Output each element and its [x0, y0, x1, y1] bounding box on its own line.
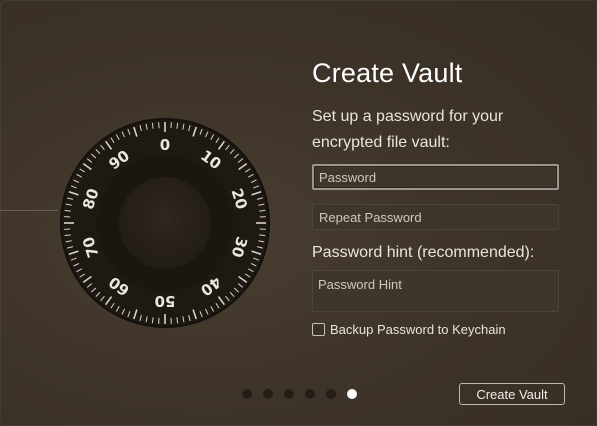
page-title: Create Vault	[312, 58, 463, 88]
password-hint-field[interactable]	[312, 270, 559, 312]
dial-number: 0	[160, 136, 170, 154]
page-dot	[347, 389, 357, 399]
create-vault-button[interactable]: Create Vault	[459, 383, 565, 405]
dial-icon: 0102030405060708090	[60, 118, 270, 328]
page-dot	[242, 389, 252, 399]
password-hint-label: Password hint (recommended):	[312, 244, 535, 261]
page-dot	[284, 389, 294, 399]
repeat-password-field[interactable]	[312, 204, 559, 230]
keychain-backup-option[interactable]: Backup Password to Keychain	[312, 322, 506, 337]
password-field[interactable]	[312, 164, 559, 190]
page-indicator	[242, 389, 357, 399]
keychain-backup-label: Backup Password to Keychain	[330, 322, 506, 337]
combination-lock-dial: 0 10 20 30 40 50 60 70 80 90	[50, 108, 280, 338]
page-subtitle: Set up a password for your encrypted fil…	[312, 108, 504, 151]
page-dot	[305, 389, 315, 399]
keychain-backup-checkbox[interactable]	[312, 323, 325, 336]
dial-number: 50	[155, 292, 176, 310]
page-dot	[263, 389, 273, 399]
create-vault-window: 0 10 20 30 40 50 60 70 80 90 Create Vault Set up …	[0, 0, 597, 426]
page-dot	[326, 389, 336, 399]
